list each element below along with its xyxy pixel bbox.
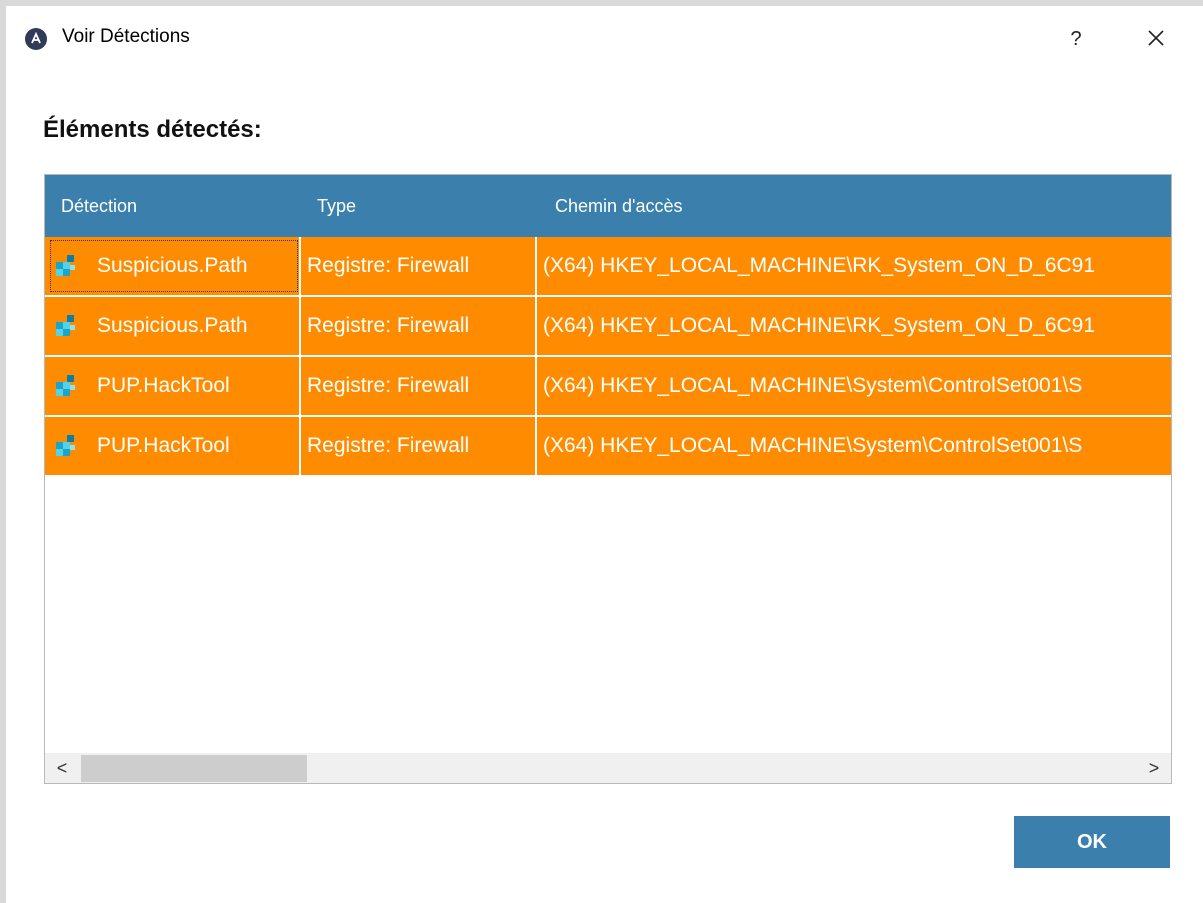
cell-detection: PUP.HackTool xyxy=(45,417,301,475)
horizontal-scrollbar[interactable]: < > xyxy=(45,753,1171,783)
dialog-window: Voir Détections ? Éléments détectés: Dét… xyxy=(6,6,1203,903)
cell-path: (X64) HKEY_LOCAL_MACHINE\System\ControlS… xyxy=(543,374,1083,397)
title-bar: Voir Détections ? xyxy=(6,6,1203,68)
cell-detection: Suspicious.Path xyxy=(45,297,301,355)
scroll-left-button[interactable]: < xyxy=(45,753,79,783)
detections-table: Détection Type Chemin d'accès Suspicious… xyxy=(44,174,1172,784)
close-icon xyxy=(1148,30,1164,46)
table-row[interactable]: PUP.HackTool Registre: Firewall (X64) HK… xyxy=(45,357,1171,417)
cell-detection: Suspicious.Path xyxy=(45,237,301,295)
cell-type: Registre: Firewall xyxy=(301,297,537,355)
column-header-path[interactable]: Chemin d'accès xyxy=(555,175,683,237)
cell-path: (X64) HKEY_LOCAL_MACHINE\RK_System_ON_D_… xyxy=(543,254,1096,277)
cell-detection: PUP.HackTool xyxy=(45,357,301,415)
cell-path: (X64) HKEY_LOCAL_MACHINE\System\ControlS… xyxy=(543,434,1083,457)
section-heading: Éléments détectés: xyxy=(43,116,262,143)
window-title: Voir Détections xyxy=(62,26,190,47)
cell-path: (X64) HKEY_LOCAL_MACHINE\RK_System_ON_D_… xyxy=(543,314,1096,337)
column-header-type[interactable]: Type xyxy=(317,175,356,237)
table-header: Détection Type Chemin d'accès xyxy=(45,175,1171,237)
help-button[interactable]: ? xyxy=(1058,22,1094,56)
cell-type: Registre: Firewall xyxy=(301,237,537,295)
table-row[interactable]: Suspicious.Path Registre: Firewall (X64)… xyxy=(45,297,1171,357)
scroll-thumb[interactable] xyxy=(81,755,307,782)
close-button[interactable] xyxy=(1138,22,1174,56)
table-row[interactable]: PUP.HackTool Registre: Firewall (X64) HK… xyxy=(45,417,1171,477)
app-logo-icon xyxy=(25,28,47,50)
ok-button[interactable]: OK xyxy=(1014,816,1170,868)
scroll-right-button[interactable]: > xyxy=(1137,753,1171,783)
column-header-detection[interactable]: Détection xyxy=(61,175,137,237)
table-row[interactable]: Suspicious.Path Registre: Firewall (X64)… xyxy=(45,237,1171,297)
cell-type: Registre: Firewall xyxy=(301,357,537,415)
cell-type: Registre: Firewall xyxy=(301,417,537,475)
